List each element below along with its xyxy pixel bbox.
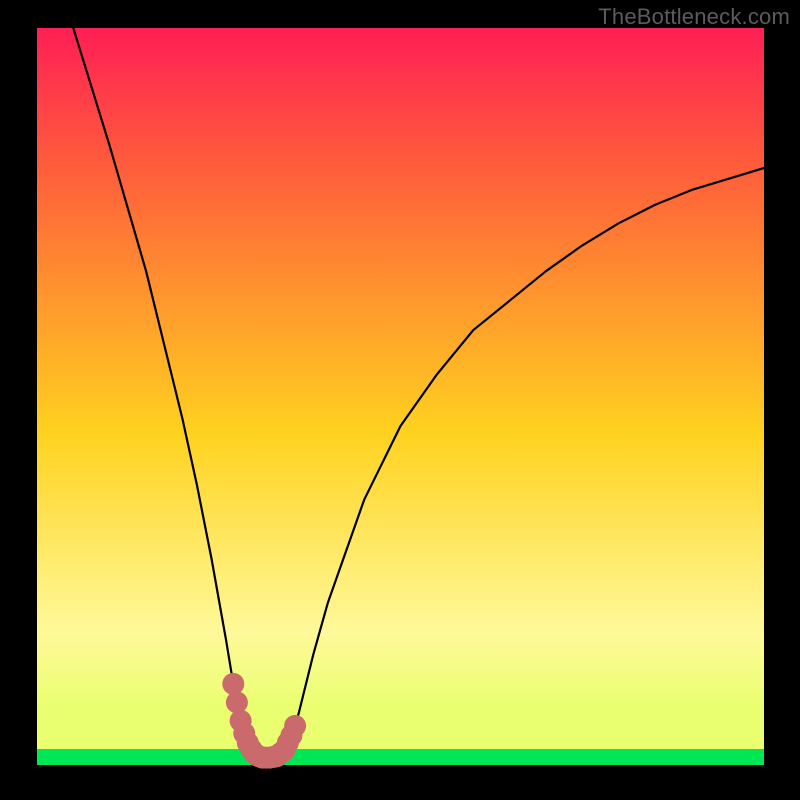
watermark-text: TheBottleneck.com [598, 4, 790, 30]
highlight-dot [222, 673, 244, 695]
bottleneck-plot [0, 0, 800, 800]
highlight-dot [284, 715, 306, 737]
green-strip [37, 749, 764, 765]
highlight-dot [226, 691, 248, 713]
chart-frame: TheBottleneck.com [0, 0, 800, 800]
plot-background [37, 28, 764, 765]
